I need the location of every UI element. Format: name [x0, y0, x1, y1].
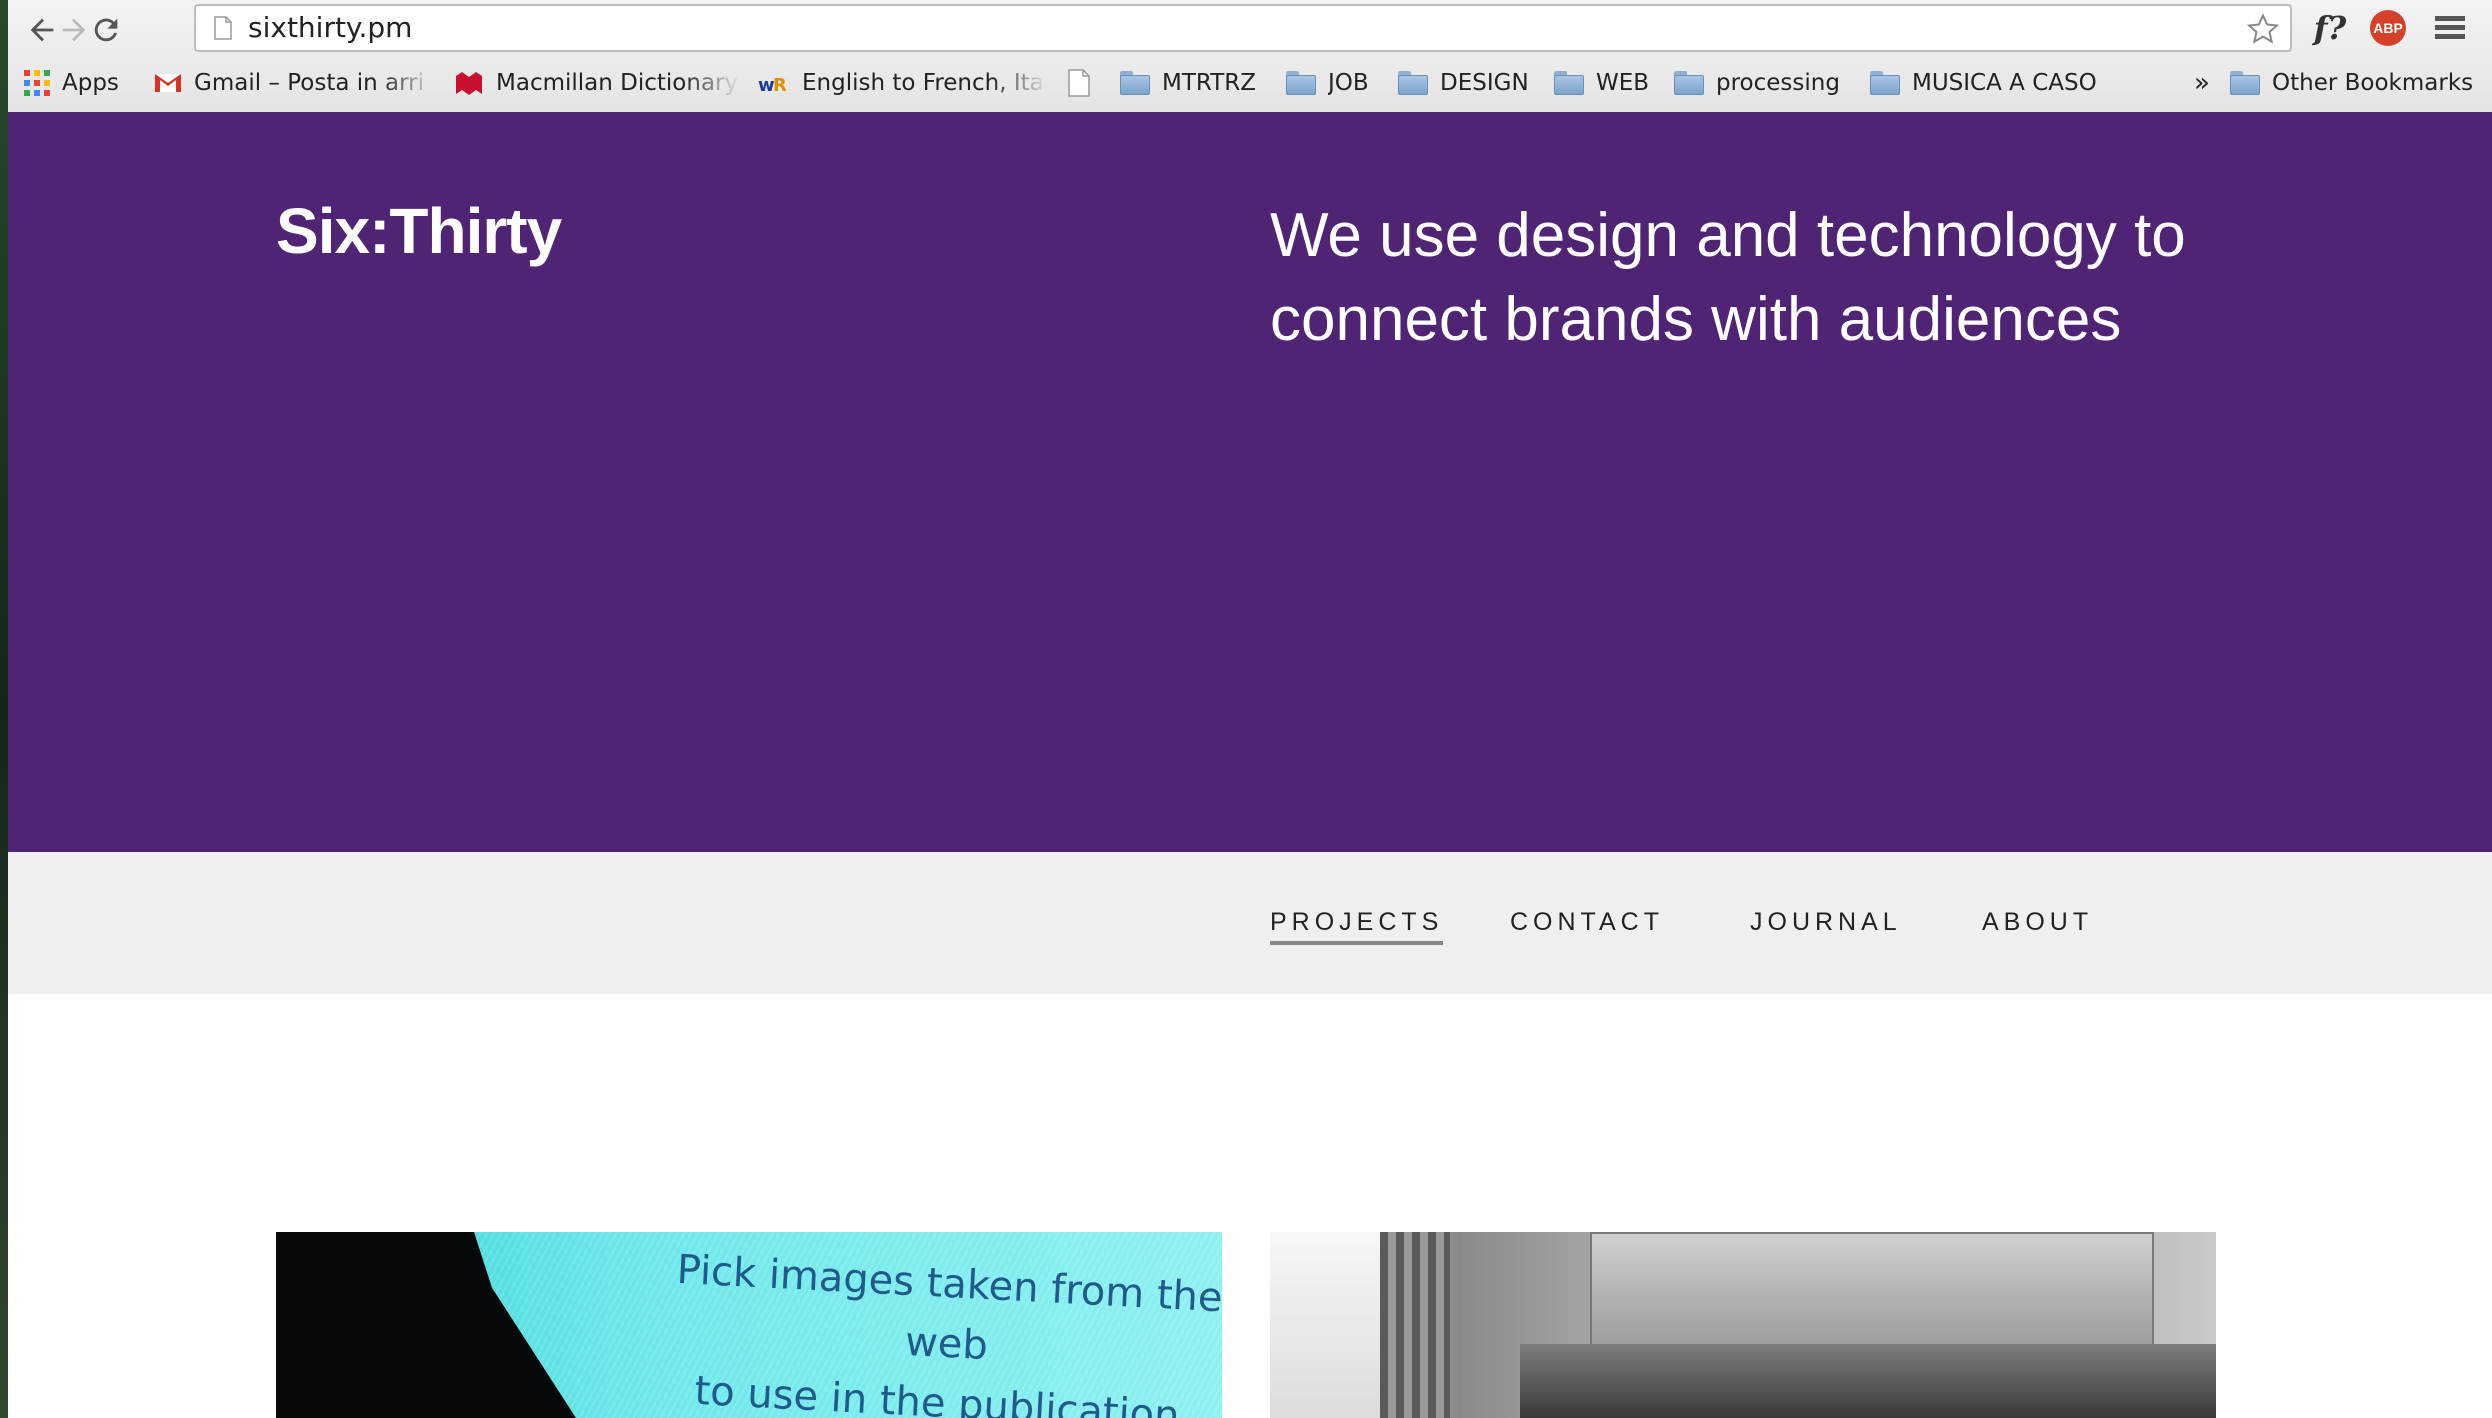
- desktop-background: [0, 0, 8, 1418]
- apps-grid-icon: [24, 70, 50, 96]
- bookmark-label: WEB: [1596, 70, 1650, 96]
- bookmark-folder-musica[interactable]: MUSICA A CASO: [1870, 60, 2097, 106]
- bookmark-untitled-page[interactable]: [1068, 60, 1098, 106]
- folder-icon: [1120, 71, 1150, 95]
- macmillan-icon: [454, 70, 484, 96]
- adblock-label: ABP: [2373, 20, 2403, 36]
- bookmark-apps[interactable]: Apps: [24, 60, 134, 106]
- nav-about[interactable]: ABOUT: [1982, 908, 2093, 937]
- folder-icon: [2230, 71, 2260, 95]
- thumbnail-caption: Pick images taken from the web to use in…: [667, 1240, 1222, 1418]
- bookmark-label: Macmillan Dictionary: [496, 70, 739, 96]
- shelf-area: [1520, 1344, 2216, 1418]
- overflow-label: »: [2194, 68, 2210, 98]
- nav-contact[interactable]: CONTACT: [1510, 908, 1664, 937]
- bookmark-label: Other Bookmarks: [2272, 70, 2474, 96]
- chrome-menu-button[interactable]: [2428, 8, 2472, 48]
- font-ext-label: f?: [2313, 9, 2347, 47]
- folder-icon: [1554, 71, 1584, 95]
- folder-icon: [1398, 71, 1428, 95]
- nav-journal[interactable]: JOURNAL: [1750, 908, 1902, 937]
- reload-button[interactable]: [84, 8, 128, 52]
- project-thumbnail[interactable]: [1270, 1232, 2216, 1418]
- bookmark-label: processing: [1716, 70, 1840, 96]
- adblock-icon: ABP: [2370, 10, 2406, 46]
- bookmark-star-icon[interactable]: [2246, 12, 2280, 51]
- page-icon: [1068, 69, 1090, 97]
- bookmark-folder-web[interactable]: WEB: [1554, 60, 1649, 106]
- folder-icon: [1674, 71, 1704, 95]
- bookmark-label: Gmail – Posta in arri: [194, 70, 425, 96]
- browser-chrome: sixthirty.pm f? ABP Apps Gmail – Posta i…: [8, 0, 2492, 113]
- hamburger-menu-icon: [2435, 16, 2465, 39]
- bookmark-other-bookmarks[interactable]: Other Bookmarks: [2230, 60, 2473, 106]
- bookmark-label: English to French, Ita: [802, 70, 1044, 96]
- bookmarks-bar: Apps Gmail – Posta in arri Macmillan Dic…: [8, 60, 2492, 106]
- adblock-extension-button[interactable]: ABP: [2366, 8, 2410, 48]
- wordreference-icon: wR: [758, 71, 790, 95]
- bookmark-folder-mtrtrz[interactable]: MTRTRZ: [1120, 60, 1256, 106]
- bookmark-wordreference[interactable]: wR English to French, Ita: [758, 60, 1048, 106]
- page-icon: [214, 16, 232, 45]
- bookmark-label: Apps: [62, 70, 119, 96]
- url-text[interactable]: sixthirty.pm: [248, 6, 412, 50]
- address-bar[interactable]: sixthirty.pm: [194, 4, 2292, 52]
- web-page: Six:Thirty We use design and technology …: [8, 112, 2492, 1418]
- bookmark-label: JOB: [1328, 70, 1369, 96]
- whatfont-extension-button[interactable]: f?: [2308, 8, 2352, 48]
- folder-icon: [1286, 71, 1316, 95]
- bookmark-label: DESIGN: [1440, 70, 1529, 96]
- curtain-area: [1380, 1232, 1450, 1418]
- bookmark-label: MUSICA A CASO: [1912, 70, 2097, 96]
- site-nav: PROJECTS CONTACT JOURNAL ABOUT: [8, 852, 2492, 994]
- bookmark-folder-processing[interactable]: processing: [1674, 60, 1840, 106]
- bookmark-label: MTRTRZ: [1162, 70, 1256, 96]
- wall-panel: [1590, 1232, 2154, 1346]
- bookmarks-overflow-chevron[interactable]: »: [2194, 60, 2210, 106]
- window-area: [1270, 1232, 1380, 1418]
- svg-text:R: R: [773, 75, 787, 95]
- site-logo[interactable]: Six:Thirty: [276, 194, 562, 268]
- bookmark-macmillan[interactable]: Macmillan Dictionary: [454, 60, 740, 106]
- gmail-icon: [154, 72, 182, 94]
- bookmark-gmail[interactable]: Gmail – Posta in arri: [154, 60, 436, 106]
- hero-tagline: We use design and technology to connect …: [1270, 201, 2186, 354]
- project-thumbnail[interactable]: Pick images taken from the web to use in…: [276, 1232, 1222, 1418]
- nav-projects[interactable]: PROJECTS: [1270, 908, 1444, 945]
- reload-icon: [94, 18, 118, 42]
- bookmark-folder-job[interactable]: JOB: [1286, 60, 1369, 106]
- bookmark-folder-design[interactable]: DESIGN: [1398, 60, 1529, 106]
- folder-icon: [1870, 71, 1900, 95]
- hero-banner: Six:Thirty We use design and technology …: [8, 112, 2492, 852]
